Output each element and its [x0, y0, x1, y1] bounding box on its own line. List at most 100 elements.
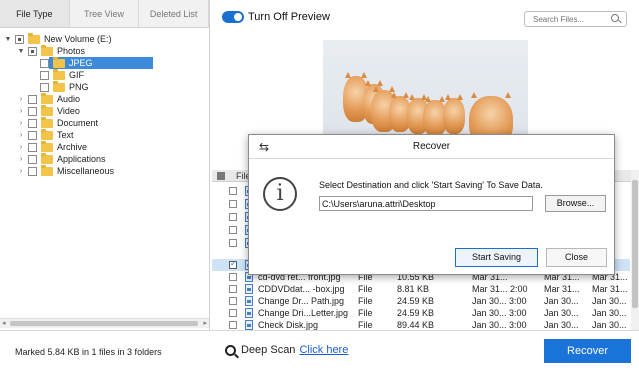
file-size: 8.81 KB	[397, 284, 430, 294]
tree-item-video[interactable]: › Video	[17, 104, 209, 117]
tree-item-miscellaneous[interactable]: › Miscellaneous	[17, 164, 209, 177]
tab-tree-view[interactable]: Tree View	[69, 0, 140, 27]
tree-checkbox[interactable]	[28, 118, 37, 128]
folder-icon	[41, 44, 53, 56]
folder-icon	[41, 140, 53, 152]
file-date-accessed: Jan 30...	[592, 296, 627, 306]
tree-item-document[interactable]: › Document	[17, 116, 209, 129]
search-icon[interactable]	[611, 14, 619, 22]
file-date-created: Jan 30... 3:00	[472, 296, 527, 306]
collapse-toggle-icon[interactable]: ▼	[4, 36, 12, 43]
expand-toggle-icon[interactable]: ›	[17, 108, 25, 115]
file-date-modified: Jan 30...	[544, 308, 579, 318]
tree-item-label: Audio	[57, 94, 81, 104]
image-file-icon	[245, 284, 253, 294]
tree-item-png[interactable]: PNG	[29, 80, 209, 93]
tree-checkbox[interactable]	[28, 46, 37, 56]
tree-checkbox[interactable]	[28, 106, 37, 116]
destination-path-input[interactable]	[319, 196, 533, 211]
left-panel: File Type Tree View Deleted List ▼ New V…	[0, 0, 210, 330]
folder-icon	[53, 80, 65, 92]
tree-item-label: Video	[57, 106, 80, 116]
tab-deleted-list[interactable]: Deleted List	[139, 0, 210, 27]
expand-toggle-icon[interactable]: ›	[17, 96, 25, 103]
table-row[interactable]: CDDVDdat... -box.jpg File 8.81 KB Mar 31…	[212, 283, 630, 295]
table-row[interactable]: Check Disk.jpg File 89.44 KB Jan 30... 3…	[212, 319, 630, 330]
expand-toggle-icon[interactable]: ›	[17, 132, 25, 139]
tree-item-label: Photos	[57, 46, 86, 56]
file-date-created: Mar 31... 2:00	[472, 284, 528, 294]
file-date-created: Jan 30... 3:00	[472, 320, 527, 330]
tab-file-type[interactable]: File Type	[0, 0, 70, 27]
select-all-checkbox[interactable]	[217, 172, 225, 180]
row-checkbox[interactable]	[229, 309, 237, 317]
image-file-icon	[245, 320, 253, 330]
file-size: 24.59 KB	[397, 296, 435, 306]
folder-icon	[41, 116, 53, 128]
image-file-icon	[245, 308, 253, 318]
tree-item-text[interactable]: › Text	[17, 128, 209, 141]
recover-button[interactable]: Recover	[544, 339, 631, 363]
view-tabs: File Type Tree View Deleted List	[0, 0, 210, 28]
deep-scan-label: Deep Scan	[241, 344, 296, 356]
toggle-switch-icon[interactable]	[222, 11, 244, 23]
table-row[interactable]: Change Dr... Path.jpg File 24.59 KB Jan …	[212, 295, 630, 307]
tree-item-applications[interactable]: › Applications	[17, 152, 209, 165]
expand-toggle-icon[interactable]: ›	[17, 168, 25, 175]
tree-item-new-volume[interactable]: ▼ New Volume (E:)	[4, 32, 209, 45]
dialog-title: Recover	[249, 135, 614, 159]
expand-toggle-icon[interactable]: ›	[17, 156, 25, 163]
tree-checkbox[interactable]	[15, 34, 24, 44]
tree-item-photos[interactable]: ▼ Photos	[17, 44, 209, 57]
row-checkbox[interactable]	[229, 259, 237, 269]
preview-toggle[interactable]: Turn Off Preview	[222, 11, 330, 23]
tree-checkbox[interactable]	[28, 94, 37, 104]
tree-checkbox[interactable]	[40, 82, 49, 92]
file-list-vertical-scrollbar[interactable]	[631, 170, 639, 330]
table-row[interactable]: Change Dri...Letter.jpg File 24.59 KB Ja…	[212, 307, 630, 319]
tree-checkbox[interactable]	[28, 130, 37, 140]
tree-horizontal-scrollbar[interactable]: ◂ ▸	[0, 318, 209, 328]
tree-checkbox[interactable]	[28, 154, 37, 164]
row-checkbox[interactable]	[229, 321, 237, 329]
status-text: Marked 5.84 KB in 1 files in 3 folders	[15, 347, 162, 357]
file-date-modified: Jan 30...	[544, 296, 579, 306]
file-name: Change Dri...Letter.jpg	[258, 308, 349, 318]
row-checkbox[interactable]	[229, 213, 237, 221]
row-checkbox[interactable]	[229, 200, 237, 208]
start-saving-button[interactable]: Start Saving	[455, 248, 538, 267]
row-checkbox[interactable]	[229, 187, 237, 195]
file-type: File	[358, 296, 373, 306]
tree-checkbox[interactable]	[28, 166, 37, 176]
tree-item-jpeg[interactable]: JPEG	[29, 56, 209, 69]
tree-item-audio[interactable]: › Audio	[17, 92, 209, 105]
row-checkbox[interactable]	[229, 273, 237, 281]
tree-item-archive[interactable]: › Archive	[17, 140, 209, 153]
expand-toggle-icon[interactable]: ›	[17, 144, 25, 151]
row-checkbox[interactable]	[229, 226, 237, 234]
file-type: File	[358, 284, 373, 294]
collapse-toggle-icon[interactable]: ▼	[17, 48, 25, 55]
scrollbar-thumb[interactable]	[632, 180, 638, 308]
row-checkbox[interactable]	[229, 239, 237, 247]
file-date-accessed: Jan 30...	[592, 308, 627, 318]
back-arrow-icon[interactable]: ⇆	[259, 141, 269, 153]
scrollbar-thumb[interactable]	[10, 321, 198, 326]
row-checkbox[interactable]	[229, 285, 237, 293]
tree-checkbox[interactable]	[28, 142, 37, 152]
file-type: File	[358, 320, 373, 330]
tree-item-gif[interactable]: GIF	[29, 68, 209, 81]
deep-scan-link[interactable]: Click here	[299, 344, 348, 356]
tree-item-label: Text	[57, 130, 74, 140]
expand-toggle-icon[interactable]: ›	[17, 120, 25, 127]
browse-button[interactable]: Browse...	[545, 195, 606, 212]
magnifier-icon	[225, 344, 236, 356]
tree-checkbox[interactable]	[40, 70, 49, 80]
tree-checkbox[interactable]	[40, 58, 49, 68]
scroll-left-icon[interactable]: ◂	[2, 319, 6, 327]
folder-icon	[41, 104, 53, 116]
close-button[interactable]: Close	[546, 248, 607, 267]
row-checkbox[interactable]	[229, 297, 237, 305]
scroll-right-icon[interactable]: ▸	[203, 319, 207, 327]
file-type: File	[358, 308, 373, 318]
